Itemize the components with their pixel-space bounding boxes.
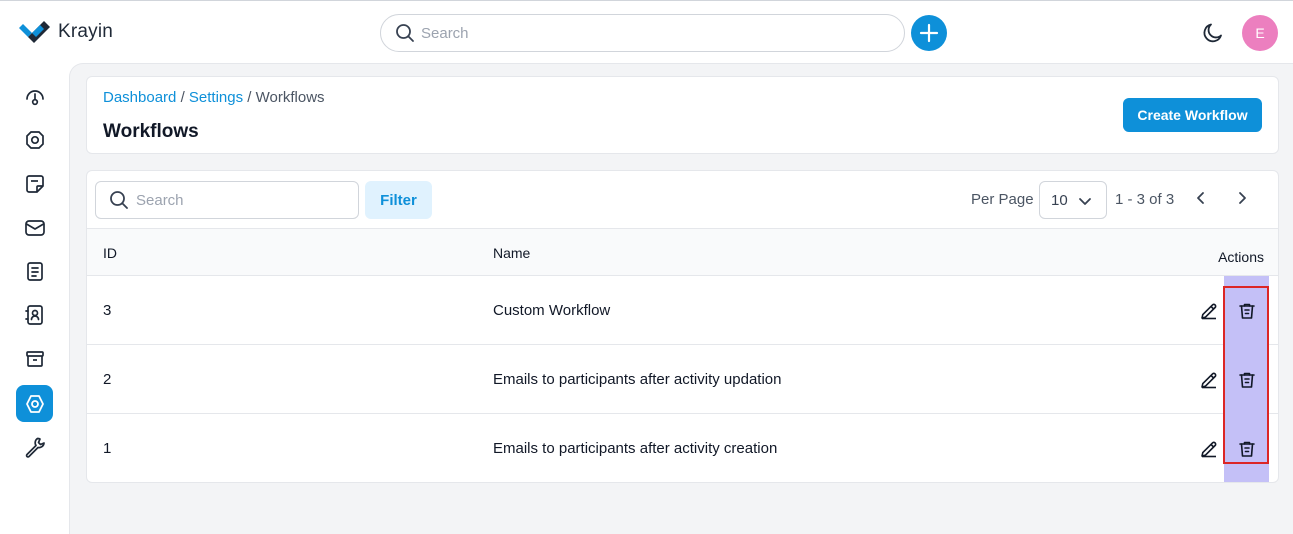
per-page-value: 10 <box>1051 192 1068 209</box>
sidebar-item-configuration[interactable] <box>16 428 53 465</box>
chevron-down-icon <box>1078 194 1092 212</box>
trash-icon <box>1238 303 1255 319</box>
chevron-left-icon <box>1197 192 1204 204</box>
row-id: 3 <box>103 302 112 319</box>
pencil-icon <box>1201 372 1217 389</box>
row-name: Custom Workflow <box>493 302 611 319</box>
page-header: Dashboard / Settings / Workflows Workflo… <box>86 76 1279 154</box>
previous-page-button[interactable] <box>1191 188 1211 213</box>
contacts-icon <box>24 304 43 325</box>
user-avatar[interactable]: E <box>1242 15 1278 51</box>
table-header: ID Name Actions <box>87 228 1278 276</box>
per-page-label: Per Page <box>971 191 1034 208</box>
sidebar-item-leads[interactable] <box>16 121 53 158</box>
plus-icon <box>919 23 939 43</box>
column-header-actions: Actions <box>1218 249 1264 265</box>
edit-button[interactable] <box>1199 301 1219 325</box>
mail-icon <box>24 219 45 236</box>
filter-button[interactable]: Filter <box>365 181 432 219</box>
breadcrumb: Dashboard / Settings / Workflows <box>103 89 325 106</box>
configuration-wrench-icon <box>25 437 45 458</box>
pagination-info: 1 - 3 of 3 <box>1115 191 1175 208</box>
breadcrumb-current: Workflows <box>255 89 325 106</box>
sidebar <box>0 63 69 534</box>
per-page-select[interactable]: 10 <box>1039 181 1107 219</box>
trash-icon <box>1238 372 1255 388</box>
table-row: 2 Emails to participants after activity … <box>87 345 1278 414</box>
row-name: Emails to participants after activity cr… <box>493 440 778 457</box>
sidebar-item-dashboard[interactable] <box>16 78 53 115</box>
table-row: 1 Emails to participants after activity … <box>87 414 1278 482</box>
search-icon <box>109 190 129 215</box>
column-header-name[interactable]: Name <box>493 245 530 261</box>
workflows-datagrid: Filter Per Page 10 1 - 3 of 3 ID Name Ac… <box>86 170 1279 483</box>
row-id: 1 <box>103 440 112 457</box>
products-icon <box>25 350 44 367</box>
quick-create-button[interactable] <box>911 15 947 51</box>
create-workflow-button[interactable]: Create Workflow <box>1123 98 1262 132</box>
sidebar-item-activities[interactable] <box>16 252 53 289</box>
edit-button[interactable] <box>1199 370 1219 394</box>
sidebar-item-contacts[interactable] <box>16 296 53 333</box>
quotes-icon <box>25 174 44 193</box>
breadcrumb-separator: / <box>247 89 252 106</box>
delete-button[interactable] <box>1224 414 1269 482</box>
activities-icon <box>26 261 43 281</box>
page-title: Workflows <box>103 121 199 142</box>
sidebar-item-quotes[interactable] <box>16 165 53 202</box>
krayin-logo-icon <box>19 21 50 43</box>
leads-icon <box>25 130 44 149</box>
trash-icon <box>1238 441 1255 457</box>
delete-button[interactable] <box>1224 345 1269 414</box>
dashboard-gauge-icon <box>25 89 44 105</box>
pencil-icon <box>1201 303 1217 320</box>
breadcrumb-separator: / <box>180 89 185 106</box>
global-search[interactable] <box>380 14 905 52</box>
sidebar-item-mail[interactable] <box>16 209 53 246</box>
datagrid-search[interactable] <box>95 181 359 219</box>
app-logo[interactable]: Krayin <box>18 20 113 44</box>
sidebar-item-products[interactable] <box>16 340 53 377</box>
delete-button[interactable] <box>1224 276 1269 345</box>
pencil-icon <box>1201 441 1217 458</box>
breadcrumb-dashboard[interactable]: Dashboard <box>103 89 176 106</box>
column-header-id[interactable]: ID <box>103 245 117 261</box>
sidebar-item-settings[interactable] <box>16 385 53 422</box>
top-bar: Krayin E <box>0 0 1293 63</box>
edit-button[interactable] <box>1199 439 1219 463</box>
main-content: Dashboard / Settings / Workflows Workflo… <box>69 63 1293 534</box>
chevron-right-icon <box>1239 192 1246 204</box>
breadcrumb-settings[interactable]: Settings <box>189 89 243 106</box>
moon-icon <box>1203 23 1222 43</box>
dark-mode-toggle[interactable] <box>1201 21 1225 50</box>
next-page-button[interactable] <box>1232 188 1252 213</box>
global-search-input[interactable] <box>421 15 891 51</box>
app-name: Krayin <box>58 21 114 42</box>
row-name: Emails to participants after activity up… <box>493 371 782 388</box>
search-icon <box>395 23 415 48</box>
datagrid-search-input[interactable] <box>136 182 346 218</box>
row-id: 2 <box>103 371 112 388</box>
table-row: 3 Custom Workflow <box>87 276 1278 345</box>
settings-icon <box>25 394 44 413</box>
